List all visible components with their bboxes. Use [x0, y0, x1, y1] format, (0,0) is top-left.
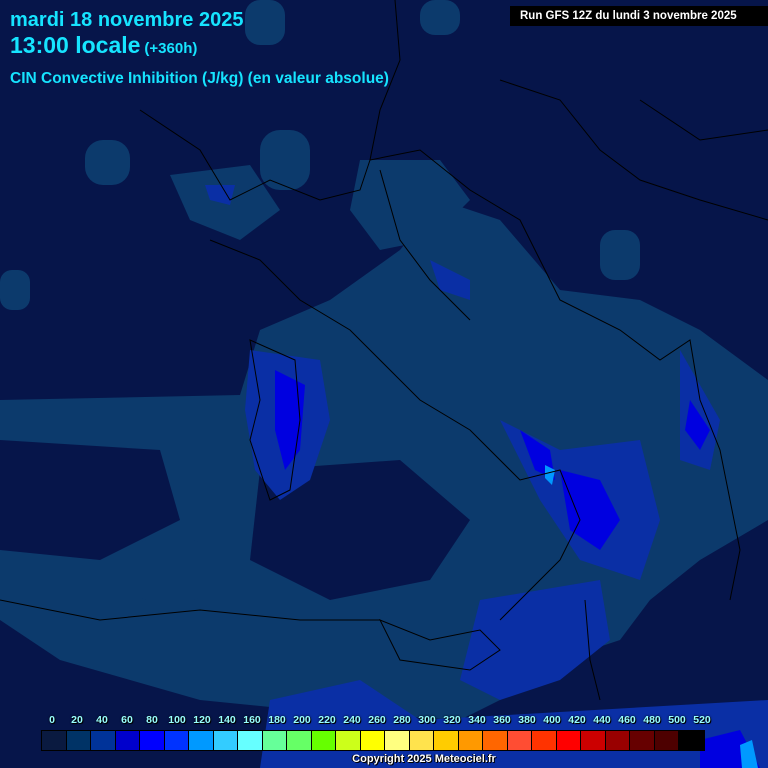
legend-swatch	[238, 731, 263, 750]
color-legend	[41, 730, 705, 751]
legend-swatch	[532, 731, 557, 750]
legend-swatch	[140, 731, 165, 750]
parameter-title: CIN Convective Inhibition (J/kg) (en val…	[10, 70, 389, 87]
copyright: Copyright 2025 Meteociel.fr	[352, 753, 496, 765]
legend-swatch	[66, 731, 91, 750]
legend-swatch	[483, 731, 508, 750]
legend-swatch	[679, 731, 704, 750]
legend-swatch	[605, 731, 630, 750]
legend-swatch	[434, 731, 459, 750]
legend-swatch	[556, 731, 581, 750]
legend-swatch	[507, 731, 532, 750]
lead-time: (+360h)	[144, 40, 198, 57]
legend-swatch	[654, 731, 679, 750]
legend-swatch	[262, 731, 287, 750]
forecast-time: 13:00 locale (+360h)	[10, 32, 197, 59]
cin-forecast-map: mardi 18 novembre 2025 13:00 locale (+360…	[0, 0, 768, 768]
forecast-date: mardi 18 novembre 2025	[10, 9, 244, 31]
legend-swatch	[164, 731, 189, 750]
legend-swatch	[385, 731, 410, 750]
local-time: 13:00 locale	[10, 32, 141, 58]
legend-labels: 0 20 40 60 80 100 120 140 160 180 200 220 240 260 280 3…	[42, 714, 742, 728]
legend-swatch	[115, 731, 140, 750]
legend-swatch	[630, 731, 655, 750]
legend-swatch	[189, 731, 214, 750]
legend-swatch	[42, 731, 67, 750]
map-field	[0, 0, 768, 768]
legend-swatch	[581, 731, 606, 750]
legend-swatch	[458, 731, 483, 750]
legend-swatch	[287, 731, 312, 750]
legend-swatch	[91, 731, 116, 750]
legend-swatch	[336, 731, 361, 750]
legend-swatch	[213, 731, 238, 750]
legend-label: 520	[693, 714, 711, 726]
legend-swatch	[311, 731, 336, 750]
legend-swatch	[360, 731, 385, 750]
legend-swatch	[409, 731, 434, 750]
model-run-label: Run GFS 12Z du lundi 3 novembre 2025	[510, 6, 768, 26]
